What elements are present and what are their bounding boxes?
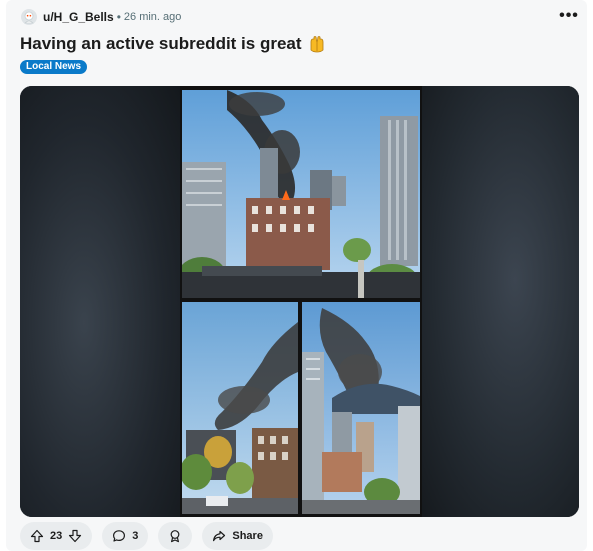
share-button[interactable]: Share: [202, 522, 273, 550]
post-media-gallery[interactable]: [20, 86, 579, 517]
award-icon: [168, 529, 182, 543]
post-meta: u/H_G_Bells • 26 min. ago: [21, 8, 581, 26]
post-title-row: Having an active subreddit is great: [20, 33, 326, 55]
post-timestamp: 26 min. ago: [123, 11, 182, 23]
fire-photo-street: [182, 302, 298, 514]
post-title[interactable]: Having an active subreddit is great: [20, 34, 302, 54]
share-label: Share: [232, 530, 263, 542]
overflow-menu-button[interactable]: •••: [559, 6, 579, 26]
share-arrow-icon: [212, 529, 226, 543]
post-flair-badge[interactable]: Local News: [20, 60, 88, 74]
vote-count: 23: [50, 530, 63, 542]
fire-photo-mountains: [302, 302, 420, 514]
post-card[interactable]: u/H_G_Bells • 26 min. ago ••• Having an …: [6, 0, 587, 551]
comment-bubble-icon: [112, 529, 126, 543]
username-link[interactable]: u/H_G_Bells: [43, 10, 114, 24]
comments-button[interactable]: 3: [102, 522, 149, 550]
upvote-arrow-icon[interactable]: [30, 529, 44, 543]
downvote-arrow-icon[interactable]: [68, 529, 82, 543]
meta-separator: •: [116, 10, 121, 24]
post-action-bar: 23 3 Share: [20, 522, 273, 550]
user-avatar[interactable]: [21, 9, 37, 25]
award-button[interactable]: [158, 522, 193, 550]
media-blur-left: [20, 86, 180, 517]
vote-pill: 23: [20, 522, 93, 550]
fire-photo-skyline: [182, 90, 420, 298]
comment-count: 3: [132, 530, 139, 542]
media-blur-right: [419, 86, 579, 517]
hands-raised-emoji-icon: [308, 35, 326, 53]
photo-collage: [180, 86, 422, 517]
